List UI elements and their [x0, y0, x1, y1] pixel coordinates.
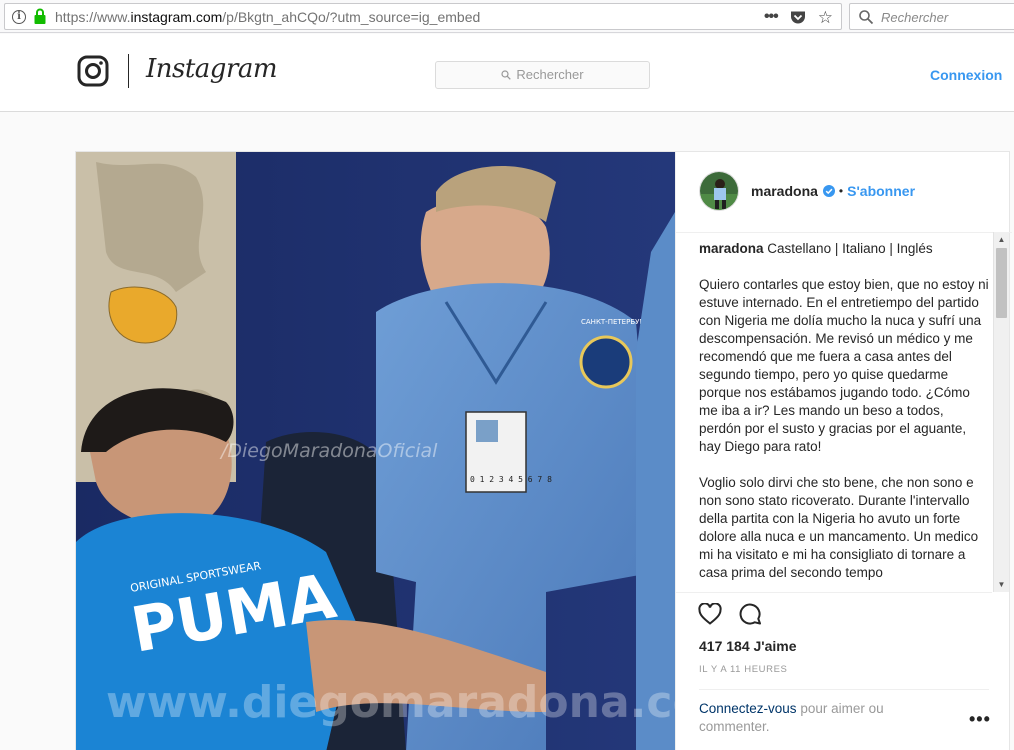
post-author: maradona • S'abonner	[699, 171, 915, 211]
pocket-icon[interactable]	[790, 10, 806, 25]
search-input[interactable]: Rechercher	[435, 61, 650, 89]
post-sidebar: maradona • S'abonner maradona Castellano…	[675, 152, 1012, 750]
logo-divider	[128, 54, 129, 88]
follow-button[interactable]: S'abonner	[847, 183, 915, 199]
post-card: 0 1 2 3 4 5 6 7 8 САНКТ-ПЕТЕРБУРГ ORIGIN…	[75, 151, 1012, 750]
search-placeholder: Rechercher	[516, 67, 584, 82]
page-actions-icon[interactable]: •••	[764, 8, 779, 26]
like-heart-icon[interactable]	[698, 603, 722, 625]
instagram-header: Instagram Rechercher Connexion	[0, 34, 1014, 112]
post-caption: maradona Castellano | Italiano | Inglés …	[699, 240, 989, 582]
caption-header: Castellano | Italiano | Inglés	[763, 241, 933, 256]
caption-scroll-area[interactable]: maradona Castellano | Italiano | Inglés …	[699, 240, 989, 592]
comment-bubble-icon[interactable]	[739, 603, 763, 627]
bookmark-star-icon[interactable]: ☆	[818, 9, 833, 26]
divider	[676, 592, 992, 593]
divider	[699, 689, 989, 690]
caption-italian: Voglio solo dirvi che sto bene, che non …	[699, 475, 979, 580]
browser-toolbar: i https://www.instagram.com/p/Bkgtn_ahCQ…	[0, 0, 1014, 33]
caption-username[interactable]: maradona	[699, 241, 764, 256]
login-to-like-link[interactable]: Connectez-vous	[699, 701, 797, 716]
patch-text: САНКТ-ПЕТЕРБУРГ	[581, 318, 648, 326]
login-prompt: Connectez-vous pour aimer ou commenter.	[699, 700, 929, 736]
site-watermark: www.diegomaradona.com	[106, 677, 675, 728]
scroll-up-arrow-icon[interactable]: ▲	[994, 232, 1009, 247]
lock-icon	[34, 8, 46, 24]
post-photo[interactable]: 0 1 2 3 4 5 6 7 8 САНКТ-ПЕТЕРБУРГ ORIGIN…	[76, 152, 675, 750]
instagram-logo[interactable]: Instagram	[146, 54, 278, 84]
browser-search-placeholder: Rechercher	[881, 10, 949, 25]
avatar[interactable]	[699, 171, 739, 211]
more-options-icon[interactable]: •••	[969, 710, 991, 728]
verified-badge-icon	[822, 185, 835, 197]
divider	[676, 232, 1012, 233]
caption-spanish: Quiero contarles que estoy bien, que no …	[699, 277, 989, 454]
search-icon	[859, 10, 874, 25]
caption-scrollbar[interactable]: ▲ ▼	[993, 232, 1009, 592]
post-timestamp[interactable]: IL Y A 11 HEURES	[699, 664, 787, 675]
photo-illustration: 0 1 2 3 4 5 6 7 8 САНКТ-ПЕТЕРБУРГ ORIGIN…	[76, 152, 675, 750]
address-bar[interactable]: i https://www.instagram.com/p/Bkgtn_ahCQ…	[4, 3, 842, 30]
url-text[interactable]: https://www.instagram.com/p/Bkgtn_ahCQo/…	[55, 9, 480, 25]
separator-dot: •	[838, 184, 844, 198]
scroll-thumb[interactable]	[996, 248, 1007, 318]
id-card-text: 0 1 2 3 4 5 6 7 8	[470, 475, 552, 484]
scroll-down-arrow-icon[interactable]: ▼	[994, 577, 1009, 592]
facebook-watermark: /DiegoMaradonaOficial	[219, 440, 438, 462]
login-link[interactable]: Connexion	[930, 67, 1002, 83]
info-icon[interactable]: i	[12, 10, 26, 24]
author-username[interactable]: maradona	[751, 183, 818, 199]
instagram-camera-icon[interactable]	[77, 55, 109, 87]
likes-count[interactable]: 417 184 J'aime	[699, 638, 797, 654]
search-icon	[501, 70, 512, 80]
browser-search-field[interactable]: Rechercher	[849, 3, 1014, 30]
